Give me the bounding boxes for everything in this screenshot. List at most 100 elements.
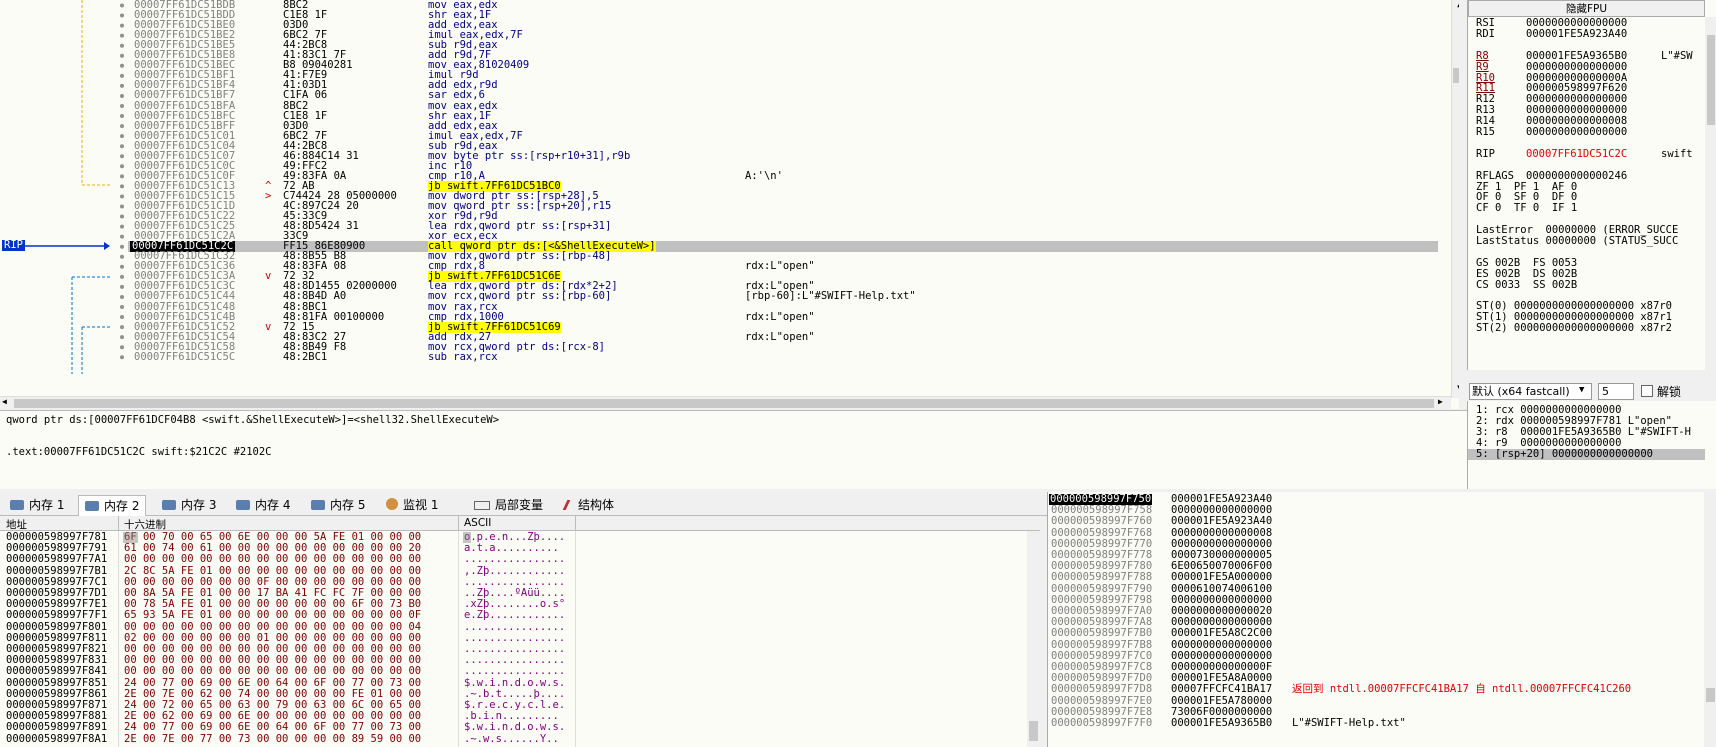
breakpoint-dot[interactable] [120,355,124,360]
disasm-row[interactable]: 00007FF61DC51C5C 48:2BC1 sub rax,rcx [128,351,1438,363]
register-value[interactable]: 0000000000000000 [1526,127,1661,138]
stack-address[interactable]: 000000598997F760 [1051,516,1152,527]
breakpoint-dot[interactable] [120,154,124,159]
dump-ascii[interactable]: $.w.i.n.d.o.w.s. [464,722,565,733]
disassembly-horizontal-scrollbar[interactable]: ◀ ▶ [0,396,1451,409]
scroll-right-icon[interactable]: ▶ [1438,397,1443,406]
breakpoint-dot[interactable] [120,244,124,249]
scroll-thumb[interactable] [1029,721,1038,741]
stack-address[interactable]: 000000598997F7D8 [1051,684,1152,695]
stack-address[interactable]: 000000598997F7B0 [1051,628,1152,639]
breakpoint-dot[interactable] [120,43,124,48]
stack-value[interactable]: 000001FE5A780000 [1171,695,1272,707]
dump-hex[interactable]: 2E 00 7E 00 77 00 73 00 00 00 00 00 89 5… [124,733,421,745]
breakpoint-dot[interactable] [120,13,124,18]
dump-scrollbar[interactable] [1027,531,1040,747]
call-argument-row[interactable]: 5: [rsp+20] 0000000000000000 [1468,449,1705,460]
registers-scrollbar[interactable] [1705,17,1716,370]
breakpoint-dot[interactable] [120,104,124,108]
breakpoint-dot[interactable] [120,224,124,229]
call-arguments-pane[interactable]: 1: rcx 0000000000000000 2: rdx 0000005989… [1467,401,1716,489]
tab-3[interactable]: 内存 3 [156,495,222,516]
breakpoint-dot[interactable] [120,204,124,209]
tab-8[interactable]: 结构体 [559,495,620,516]
scroll-thumb[interactable] [1707,35,1715,125]
breakpoint-dot[interactable] [120,194,124,199]
dump-hex[interactable]: 00 00 00 00 00 00 00 00 00 00 00 00 00 0… [124,554,421,565]
breakpoint-dot[interactable] [120,305,124,309]
chevron-down-icon[interactable]: ▼ [1579,385,1584,395]
breakpoint-dot[interactable] [120,134,124,139]
breakpoint-dot[interactable] [120,184,124,189]
dump-hex[interactable]: 24 00 77 00 69 00 6E 00 64 00 6F 00 77 0… [124,722,421,733]
breakpoint-dot[interactable] [120,345,124,350]
breakpoint-dot[interactable] [120,214,124,219]
stack-scrollbar[interactable] [1704,492,1716,747]
register-row[interactable]: RDI 000001FE5A923A40 [1476,28,1661,40]
stack-address[interactable]: 000000598997F790 [1051,583,1152,595]
dump-ascii[interactable]: ................ [464,554,565,565]
dump-ascii[interactable]: ................ [464,666,565,677]
header-hex[interactable]: 十六进制 [124,517,166,532]
calling-convention-bar[interactable]: 默认 (x64 fastcall) ▼ 5 解锁 [1467,381,1716,401]
header-address[interactable]: 地址 [6,517,27,532]
dump-address[interactable]: 000000598997F851 [6,677,107,689]
register-row[interactable]: R15 0000000000000000 [1476,127,1661,138]
breakpoint-dot[interactable] [120,315,124,320]
arg-count-stepper[interactable]: 5 [1598,383,1634,400]
breakpoint-dot[interactable] [120,53,124,58]
breakpoint-dot[interactable] [120,174,124,179]
stack-value[interactable]: 00007FFCFC41BA17 [1171,684,1272,695]
registers-pane[interactable]: 隐藏FPU RSI 0000000000000000 RDI 000001FE5A92… [1467,0,1716,370]
register-value[interactable]: 0000000000000000 [1526,61,1661,73]
breakpoint-dot[interactable] [120,144,124,149]
breakpoint-dot[interactable] [120,284,124,289]
stack-value[interactable]: 000001FE5A9365B0 [1171,718,1272,729]
breakpoint-dot[interactable] [120,234,124,239]
disassembly-vertical-scrollbar[interactable]: ▲ ▼ [1451,0,1459,398]
instruction-bytes[interactable]: 48:2BC1 [283,351,327,363]
stack-value[interactable]: 000001FE5A000000 [1171,572,1272,583]
breakpoint-dot[interactable] [120,23,124,28]
stack-value[interactable]: 000001FE5A8C2C00 [1171,628,1272,639]
dump-address[interactable]: 000000598997F841 [6,666,107,677]
tab-5[interactable]: 内存 5 [305,495,371,516]
dump-hex[interactable]: 00 00 00 00 00 00 00 00 00 00 00 00 00 0… [124,621,421,633]
dump-address[interactable]: 000000598997F801 [6,621,107,633]
breakpoint-dot[interactable] [120,294,124,299]
breakpoint-dot[interactable] [120,325,124,330]
breakpoint-dot[interactable] [120,93,124,98]
instruction-text[interactable]: sub rax,rcx [428,351,498,363]
dump-ascii[interactable]: ................ [464,621,565,633]
dump-address[interactable]: 000000598997F891 [6,722,107,733]
register-row[interactable]: ST(2) 0000000000000000000 x87r2 [1476,323,1672,334]
dump-hex[interactable]: 00 00 00 00 00 00 00 00 00 00 00 00 00 0… [124,666,421,677]
breakpoint-dot[interactable] [120,124,124,129]
register-row[interactable]: R9 0000000000000000 [1476,61,1661,73]
header-ascii[interactable]: ASCII [464,517,491,529]
register-row[interactable]: CS 0033 SS 002B [1476,279,1577,291]
dump-hex[interactable]: 24 00 77 00 69 00 6E 00 64 00 6F 00 77 0… [124,677,421,689]
breakpoint-dot[interactable] [120,164,124,169]
register-row[interactable]: RIP 00007FF61DC51C2C swift [1476,148,1693,160]
dump-address[interactable]: 000000598997F8A1 [6,733,107,745]
scroll-thumb[interactable] [14,399,1434,408]
breakpoint-dot[interactable] [120,63,124,68]
stack-pane[interactable]: 000000598997F750 000001FE5A923A40 00000059… [1047,492,1716,747]
dump-address[interactable]: 000000598997F7B1 [6,565,107,577]
breakpoint-dot[interactable] [120,3,124,8]
breakpoint-dot[interactable] [120,73,124,78]
hide-fpu-button[interactable]: 隐藏FPU [1468,0,1705,17]
scroll-down-icon[interactable]: ▼ [1453,383,1459,396]
breakpoint-dot[interactable] [120,33,124,38]
breakpoint-dot[interactable] [120,254,124,259]
dump-address[interactable]: 000000598997F7F1 [6,610,107,621]
register-value[interactable]: 000001FE5A923A40 [1526,28,1661,40]
breakpoint-dot[interactable] [120,264,124,269]
scroll-up-icon[interactable]: ▲ [1453,0,1459,13]
register-row[interactable]: CF 0 TF 0 IF 1 [1476,203,1577,214]
stack-value[interactable]: 0000000000000000 [1171,639,1272,651]
tab-6[interactable]: 监视 1 [380,495,444,516]
dump-hex[interactable]: 2C 8C 5A FE 01 00 00 00 00 00 00 00 00 0… [124,565,421,577]
scroll-thumb[interactable] [1706,688,1715,702]
